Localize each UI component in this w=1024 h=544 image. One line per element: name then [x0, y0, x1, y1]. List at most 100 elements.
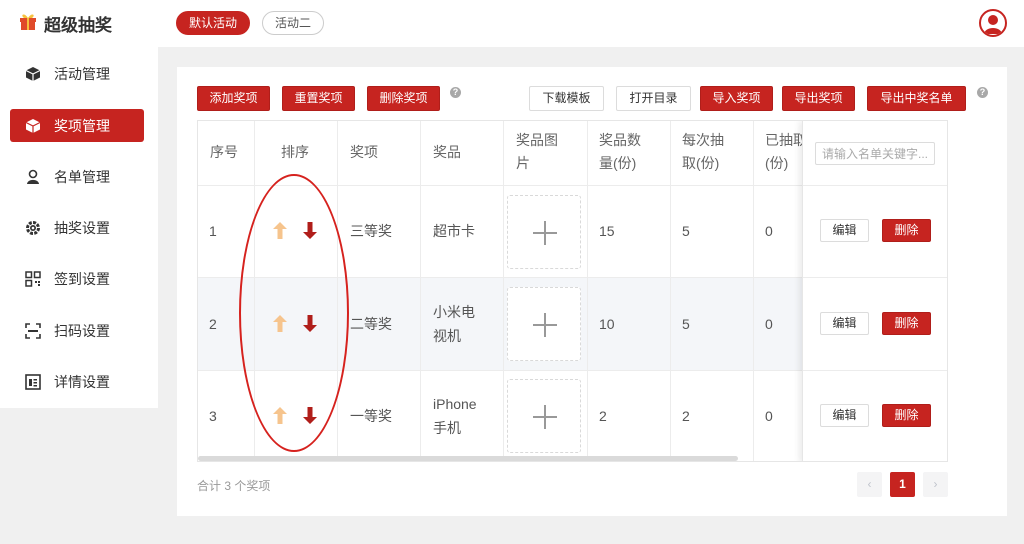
header-drawn: 已抽取 (份)	[765, 129, 807, 175]
move-up-arrow-icon[interactable]	[273, 315, 287, 332]
user-avatar-icon[interactable]	[979, 9, 1007, 37]
download-template-button[interactable]: 下载模板	[529, 86, 604, 111]
qrcode-icon	[24, 270, 42, 288]
cell-per-draw: 5	[682, 223, 690, 239]
export-winners-button[interactable]: 导出中奖名单	[867, 86, 966, 111]
header-drawn-line1: 已抽取	[765, 132, 807, 148]
move-up-arrow-icon[interactable]	[273, 222, 287, 239]
cell-prize: 小米电 视机	[433, 300, 475, 348]
add-prize-button[interactable]: 添加奖项	[197, 86, 270, 111]
header-count-line2: 量(份)	[599, 155, 637, 171]
reset-prizes-button[interactable]: 重置奖项	[282, 86, 355, 111]
cell-count: 15	[599, 223, 615, 239]
cell-index: 3	[209, 408, 217, 424]
export-prizes-button[interactable]: 导出奖项	[782, 86, 855, 111]
delete-button[interactable]: 删除	[882, 219, 931, 242]
col-divider	[420, 121, 421, 461]
activity-tab-default[interactable]: 默认活动	[176, 11, 250, 35]
next-page-button[interactable]: ›	[923, 472, 948, 497]
sidebar-item-label: 抽奖设置	[54, 219, 110, 236]
header-per-draw-line2: 取(份)	[682, 155, 720, 171]
header-prize-level: 奖项	[350, 144, 378, 160]
header-index: 序号	[210, 144, 238, 160]
header-prize: 奖品	[433, 144, 461, 160]
open-directory-button[interactable]: 打开目录	[616, 86, 691, 111]
move-down-arrow-icon[interactable]	[303, 407, 317, 424]
image-upload-plus-icon[interactable]	[507, 287, 581, 361]
move-down-arrow-icon[interactable]	[303, 222, 317, 239]
sidebar-item-checkin[interactable]: 签到设置	[10, 262, 144, 295]
cell-prize-level: 一等奖	[350, 408, 392, 424]
sidebar-item-prizes[interactable]: 奖项管理	[10, 109, 144, 142]
cell-prize: 超市卡	[433, 223, 475, 239]
sidebar-item-scan[interactable]: 扫码设置	[10, 314, 144, 347]
edit-button[interactable]: 编辑	[820, 219, 869, 242]
image-upload-plus-icon[interactable]	[507, 195, 581, 269]
app-title: 超级抽奖	[44, 16, 112, 35]
cell-prize-line2: 手机	[433, 420, 461, 436]
top-header: 超级抽奖 默认活动 活动二	[0, 0, 1024, 47]
gear-icon	[24, 219, 42, 237]
cell-drawn: 0	[765, 316, 773, 332]
sidebar-item-label: 奖项管理	[54, 117, 110, 134]
header-image-line2: 片	[516, 155, 530, 171]
header-image-line1: 奖品图	[516, 132, 558, 148]
horizontal-scrollbar[interactable]	[198, 456, 738, 461]
sidebar-item-label: 详情设置	[54, 373, 110, 390]
help-icon[interactable]: ?	[450, 87, 461, 98]
total-count: 合计 3 个奖项	[197, 479, 271, 493]
cell-prize-line2: 视机	[433, 328, 461, 344]
col-divider	[670, 121, 671, 461]
header-sort: 排序	[281, 144, 309, 160]
col-divider	[503, 121, 504, 461]
sidebar: 活动管理 奖项管理 名单管理 抽奖设置 签到设置 扫码设置 详情设置	[0, 47, 158, 408]
import-prizes-button[interactable]: 导入奖项	[700, 86, 773, 111]
detail-icon	[24, 373, 42, 391]
row-divider	[803, 370, 947, 371]
user-icon	[24, 168, 42, 186]
gift-box-icon	[24, 117, 42, 135]
sidebar-item-label: 签到设置	[54, 270, 110, 287]
prize-table: 序号 排序 奖项 奖品 奖品图 片 奖品数 量(份) 每次抽 取(份) 已抽取 …	[197, 120, 948, 462]
sidebar-item-roster[interactable]: 名单管理	[10, 160, 144, 193]
sidebar-item-label: 扫码设置	[54, 322, 110, 339]
cell-drawn: 0	[765, 408, 773, 424]
page-number-current[interactable]: 1	[890, 472, 915, 497]
header-per-draw: 每次抽 取(份)	[682, 129, 724, 175]
cell-per-draw: 5	[682, 316, 690, 332]
delete-button[interactable]: 删除	[882, 312, 931, 335]
col-divider	[254, 121, 255, 461]
prev-page-button[interactable]: ‹	[857, 472, 882, 497]
edit-button[interactable]: 编辑	[820, 404, 869, 427]
move-down-arrow-icon[interactable]	[303, 315, 317, 332]
sidebar-item-activity[interactable]: 活动管理	[10, 57, 144, 90]
gift-icon	[18, 11, 38, 36]
scan-icon	[24, 322, 42, 340]
cell-prize-level: 三等奖	[350, 223, 392, 239]
row-divider	[803, 185, 947, 186]
activity-tab-second[interactable]: 活动二	[262, 11, 324, 35]
header-image: 奖品图 片	[516, 129, 558, 175]
header-count-line1: 奖品数	[599, 132, 641, 148]
sidebar-item-label: 名单管理	[54, 168, 110, 185]
image-upload-plus-icon[interactable]	[507, 379, 581, 453]
app-logo: 超级抽奖	[18, 11, 112, 36]
sidebar-item-label: 活动管理	[54, 65, 110, 82]
help-icon[interactable]: ?	[977, 87, 988, 98]
sidebar-item-draw-settings[interactable]: 抽奖设置	[10, 211, 144, 244]
edit-button[interactable]: 编辑	[820, 312, 869, 335]
header-per-draw-line1: 每次抽	[682, 132, 724, 148]
cell-index: 1	[209, 223, 217, 239]
table-row-highlight	[198, 278, 802, 370]
cell-prize: iPhone 手机	[433, 392, 477, 440]
cell-index: 2	[209, 316, 217, 332]
move-up-arrow-icon[interactable]	[273, 407, 287, 424]
cell-per-draw: 2	[682, 408, 690, 424]
header-drawn-line2: (份)	[765, 155, 789, 171]
delete-prizes-button[interactable]: 删除奖项	[367, 86, 440, 111]
col-divider	[587, 121, 588, 461]
delete-button[interactable]: 删除	[882, 404, 931, 427]
sidebar-item-details[interactable]: 详情设置	[10, 365, 144, 398]
roster-search-input[interactable]	[815, 142, 935, 165]
cell-prize-level: 二等奖	[350, 316, 392, 332]
